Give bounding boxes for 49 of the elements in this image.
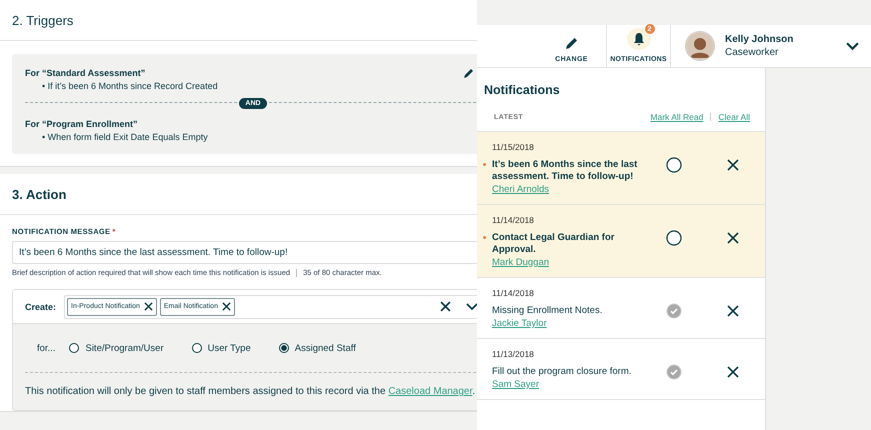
notification-text: It’s been 6 Months since the last assessment. Time to follow-up! — [492, 159, 638, 183]
radio-button[interactable] — [69, 343, 80, 353]
notification-item[interactable]: 11/13/2018 Fill out the program closure form. Sam Sayer — [477, 339, 765, 400]
trigger-heading: For “Standard Assessment” — [25, 68, 146, 78]
dismiss-icon[interactable] — [727, 159, 739, 171]
pencil-icon[interactable] — [463, 67, 475, 79]
notification-date: 11/15/2018 — [492, 142, 535, 152]
unread-circle-icon[interactable] — [666, 157, 682, 173]
remove-icon[interactable] — [144, 302, 153, 311]
trigger-heading: For “Program Enrollment” — [25, 119, 138, 129]
notification-item[interactable]: 11/15/2018 It’s been 6 Months since the last assessment. Time to follow-up! Cheri Arnolds — [477, 132, 765, 205]
unread-dot — [483, 163, 486, 166]
notification-item[interactable]: 11/14/2018 Contact Legal Guardian for Approval. Mark Duggan — [477, 205, 765, 278]
radio-option[interactable]: Site/Program/User — [69, 342, 164, 354]
dismiss-icon[interactable] — [727, 366, 739, 378]
chevron-down-icon[interactable] — [466, 302, 477, 310]
trigger-condition: • When form field Exit Date Equals Empty — [41, 132, 208, 142]
read-check-icon[interactable] — [666, 303, 682, 319]
avatar-icon[interactable] — [685, 31, 715, 61]
notification-date: 11/14/2018 — [492, 215, 535, 225]
radio-button[interactable] — [278, 343, 289, 353]
unread-circle-icon[interactable] — [666, 230, 682, 246]
user-name: Kelly Johnson — [725, 34, 794, 45]
trigger-condition: • If it’s been 6 Months since Record Created — [41, 81, 218, 91]
dismiss-icon[interactable] — [727, 232, 739, 244]
radio-option[interactable]: Assigned Staff — [278, 342, 356, 354]
section-title: 3. Action — [12, 186, 66, 202]
user-role: Caseworker — [725, 47, 780, 58]
clear-icon[interactable] — [440, 301, 451, 312]
read-check-icon[interactable] — [666, 364, 682, 380]
chevron-down-icon[interactable] — [846, 42, 859, 50]
unread-dot — [483, 236, 486, 239]
section-title: 2. Triggers — [12, 12, 74, 28]
bell-icon — [632, 32, 646, 46]
notification-text: Contact Legal Guardian for Approval. — [492, 232, 616, 256]
create-label: Create: — [25, 302, 56, 312]
notification-text: Missing Enrollment Notes. — [492, 305, 604, 317]
notification-date: 11/13/2018 — [492, 349, 535, 359]
pencil-icon — [564, 36, 578, 50]
radio-button[interactable] — [192, 343, 202, 353]
dismiss-icon[interactable] — [727, 305, 739, 317]
for-label: for... — [37, 342, 56, 354]
notification-item[interactable]: 11/14/2018 Missing Enrollment Notes. Jackie Taylor — [477, 278, 765, 339]
radio-option[interactable]: User Type — [192, 342, 251, 354]
notification-date: 11/14/2018 — [492, 288, 535, 298]
notification-text: Fill out the program closure form. — [492, 366, 632, 378]
message-field[interactable]: It’s been 6 Months since the last assessment. Time to follow-up! — [12, 241, 477, 264]
remove-icon[interactable] — [222, 302, 231, 311]
panel-title: Notifications — [484, 83, 560, 97]
